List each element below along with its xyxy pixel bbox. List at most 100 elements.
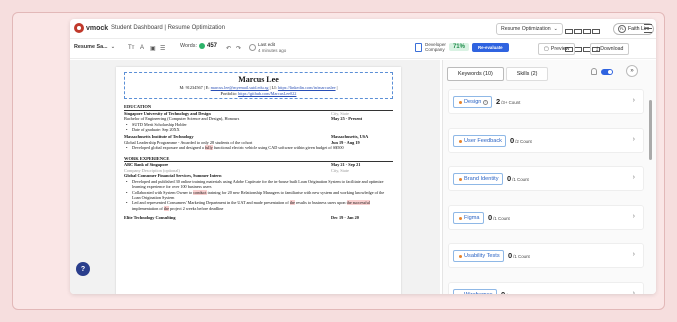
- keyword-chip[interactable]: Usability Tests: [453, 250, 504, 262]
- email-link[interactable]: marcus.lee@myemail.sutd.edu.sg: [211, 85, 269, 90]
- keyword-card[interactable]: User Feedback 0/2 Count ›: [448, 128, 644, 153]
- preview-icon: ▢: [544, 46, 549, 52]
- resume-canvas: Marcus Lee M: 91234567 | E: marcus.lee@m…: [70, 60, 440, 294]
- scrollbar-thumb[interactable]: [649, 100, 652, 160]
- keyword-chip[interactable]: Wireframes: [453, 289, 497, 294]
- calendar-icon[interactable]: ▣: [150, 45, 156, 52]
- highlight-toggle[interactable]: [601, 69, 613, 75]
- keyword-chip[interactable]: User Feedback: [453, 135, 506, 147]
- word-count: Words: 457: [180, 43, 217, 49]
- keyword-found: 0: [510, 136, 515, 145]
- keyword-label: Wireframes: [464, 292, 493, 294]
- app-window: vmock Student Dashboard | Resume Optimiz…: [70, 19, 656, 294]
- keyword-chip[interactable]: Figma: [453, 212, 484, 224]
- expand-panel-button[interactable]: »: [626, 65, 638, 77]
- last-edit-time: 4 minutes ago: [258, 48, 287, 53]
- words-count: 457: [206, 43, 217, 49]
- chevron-right-icon[interactable]: ›: [633, 136, 635, 143]
- chevron-right-icon[interactable]: ›: [633, 213, 635, 220]
- keyword-total: /1 Count: [506, 293, 523, 294]
- keyword-count: 2/3+ Count: [496, 97, 520, 106]
- document-icon: [415, 42, 422, 52]
- keyword-highlight[interactable]: the successful: [346, 200, 370, 206]
- keyword-label: Usability Tests: [464, 253, 500, 259]
- portfolio-link[interactable]: https://github.com/MarcusLee022: [238, 91, 296, 96]
- match-score: 71%: [448, 43, 469, 51]
- list-item: Collaborated with System Owner to conduc…: [124, 189, 393, 201]
- font-color-icon[interactable]: A: [140, 45, 144, 51]
- preview-button[interactable]: ▢ Preview: [538, 43, 576, 55]
- keyword-chip[interactable]: Design i: [453, 96, 493, 108]
- top-bar: vmock Student Dashboard | Resume Optimiz…: [70, 19, 656, 52]
- status-dot-icon: [459, 100, 462, 104]
- keyword-chip[interactable]: Brand Identity: [453, 173, 503, 185]
- download-label: Download: [600, 46, 624, 52]
- keyword-card[interactable]: Brand Identity 0/1 Count ›: [448, 166, 644, 191]
- cloud-save-icon: [249, 44, 256, 51]
- mode-label: Resume Optimization: [501, 26, 551, 32]
- vmock-logo[interactable]: vmock: [74, 23, 108, 33]
- keyword-card[interactable]: Wireframes 0/1 Count ›: [448, 282, 644, 294]
- preview-label: Preview: [550, 46, 570, 52]
- target-role: Developer Company 71% Re-evaluate: [415, 42, 509, 52]
- last-edit: Last edit 4 minutes ago: [258, 42, 286, 54]
- panel-scrollbar[interactable]: [649, 90, 653, 290]
- keyword-highlight[interactable]: conduct: [193, 189, 207, 195]
- keyword-highlight[interactable]: fully: [204, 145, 213, 151]
- list-item: Date of graduate: Sep 20XX: [124, 127, 393, 133]
- linkedin-link[interactable]: https://linkedin.com/in/marcuslee: [278, 85, 336, 90]
- keyword-total: /1 Count: [512, 177, 529, 182]
- check-icon: [198, 43, 205, 49]
- keyword-card[interactable]: Usability Tests 0/1 Count ›: [448, 243, 644, 268]
- keyword-total: /2 Count: [515, 139, 532, 144]
- chevron-right-icon[interactable]: ›: [633, 290, 635, 294]
- chevron-right-icon[interactable]: ›: [633, 251, 635, 258]
- tab-skills[interactable]: Skills (2): [505, 67, 549, 81]
- keyword-total: /1 Count: [493, 216, 510, 221]
- keyword-count: 0/1 Count: [501, 290, 523, 294]
- list-item: Developed global exposure and designed a…: [124, 145, 393, 151]
- resume-header[interactable]: Marcus Lee M: 91234567 | E: marcus.lee@m…: [124, 72, 393, 99]
- tab-keywords[interactable]: Keywords (10): [447, 67, 504, 81]
- document-dropdown[interactable]: Resume Sa... ⌄: [74, 44, 115, 50]
- brand-badge-icon: [565, 22, 605, 52]
- chevron-right-icon[interactable]: ›: [633, 174, 635, 181]
- redo-icon[interactable]: ↷: [236, 45, 241, 52]
- download-button[interactable]: ⤓ Download: [590, 43, 630, 55]
- logo-icon: [74, 23, 84, 33]
- download-icon: ⤓: [596, 45, 599, 52]
- keyword-total: /3+ Count: [501, 100, 521, 105]
- keyword-card[interactable]: Design i 2/3+ Count ›: [448, 89, 644, 114]
- company-label: Company: [425, 47, 445, 52]
- logo-text: vmock: [86, 24, 109, 32]
- keyword-count: 0/2 Count: [510, 136, 532, 145]
- breadcrumb: Student Dashboard | Resume Optimization: [111, 25, 225, 31]
- info-icon[interactable]: i: [483, 99, 489, 105]
- status-dot-icon: [459, 139, 462, 143]
- keyword-label: User Feedback: [464, 138, 502, 144]
- keyword-card[interactable]: Figma 0/1 Count ›: [448, 205, 644, 230]
- words-label: Words:: [180, 43, 197, 49]
- keyword-count: 0/1 Count: [508, 251, 530, 260]
- chevron-right-icon[interactable]: ›: [633, 97, 635, 104]
- mode-dropdown[interactable]: Resume Optimization ⌄: [496, 23, 563, 35]
- undo-icon[interactable]: ↶: [226, 45, 231, 52]
- keyword-label: Design: [464, 99, 482, 105]
- chevron-down-icon: ⌄: [553, 26, 558, 32]
- keyword-count: 0/1 Count: [507, 174, 529, 183]
- chevron-down-icon: ⌄: [110, 44, 116, 50]
- status-dot-icon: [459, 216, 462, 220]
- resume-page[interactable]: Marcus Lee M: 91234567 | E: marcus.lee@m…: [116, 67, 401, 294]
- lightbulb-icon: [591, 68, 597, 75]
- hamburger-menu-icon[interactable]: [644, 24, 652, 33]
- text-size-icon[interactable]: Tт: [128, 45, 134, 51]
- keyword-label: Figma: [464, 215, 480, 221]
- keyword-label: Brand Identity: [464, 176, 499, 182]
- keyword-count: 0/1 Count: [488, 213, 510, 222]
- align-icon[interactable]: ☰: [160, 45, 165, 52]
- keyword-found: 0: [507, 174, 512, 183]
- help-button[interactable]: ?: [76, 262, 90, 276]
- list-item: Led and represented Consumers' Marketing…: [124, 200, 393, 211]
- re-evaluate-button[interactable]: Re-evaluate: [471, 42, 509, 52]
- job-row: Elite Technology Consulting Dec 19 - Jan …: [124, 214, 359, 220]
